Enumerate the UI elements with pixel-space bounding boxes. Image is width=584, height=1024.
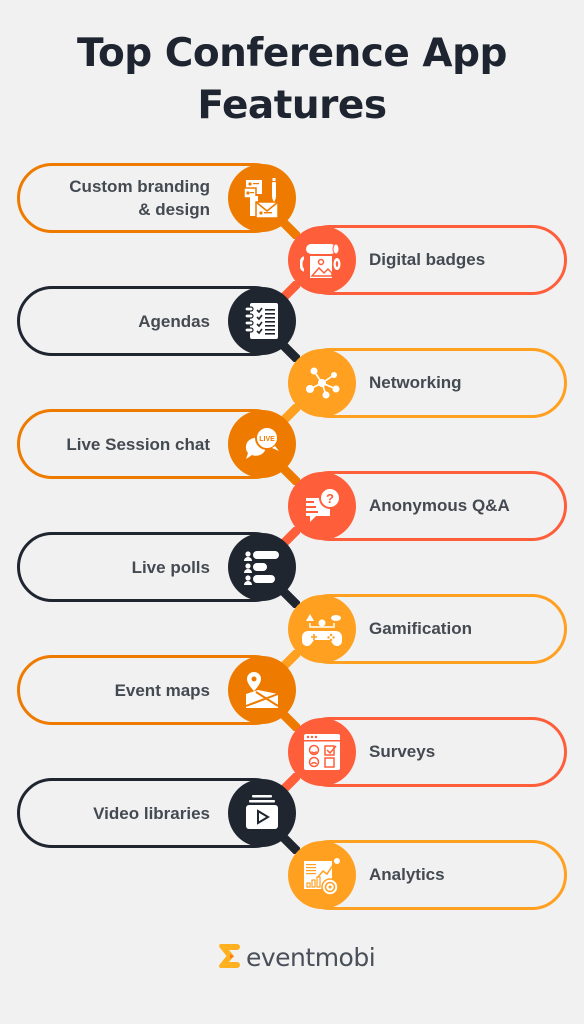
feature-label: Digital badges bbox=[369, 250, 486, 269]
question-chat-icon: ? bbox=[306, 486, 341, 522]
page-title: Top Conference App Features bbox=[0, 28, 584, 132]
feature-label-line: & design bbox=[138, 200, 210, 219]
feature-item: Surveys bbox=[0, 716, 584, 793]
network-nodes-icon bbox=[306, 367, 340, 398]
map-pin-icon bbox=[245, 672, 279, 708]
eventmobi-logo: eventmobi bbox=[218, 942, 376, 972]
feature-item: Gamification bbox=[0, 593, 584, 670]
feature-label: Networking bbox=[369, 373, 462, 392]
feature-item: Digital badges bbox=[0, 224, 584, 301]
poll-bars-icon bbox=[244, 551, 279, 585]
agenda-notebook-icon bbox=[244, 303, 278, 339]
feature-item: Event maps bbox=[0, 655, 584, 731]
feature-item: Agendas bbox=[0, 286, 584, 362]
feature-label: Anonymous Q&A bbox=[369, 496, 510, 515]
gamepad-icon bbox=[302, 613, 342, 646]
title-line-2: Features bbox=[197, 83, 387, 128]
feature-item: Analytics bbox=[0, 839, 584, 910]
feature-label: Agendas bbox=[138, 311, 210, 331]
survey-form-icon bbox=[304, 733, 340, 770]
feature-label: Event maps bbox=[114, 680, 210, 700]
feature-label: Live polls bbox=[131, 557, 210, 577]
title-line-1: Top Conference App bbox=[77, 31, 507, 76]
branding-stationery-icon bbox=[243, 178, 279, 219]
eventmobi-logo-icon bbox=[219, 944, 240, 968]
feature-label: Surveys bbox=[369, 742, 436, 761]
feature-item: Networking bbox=[0, 347, 584, 424]
feature-label: Analytics bbox=[369, 865, 445, 884]
analytics-chart-icon bbox=[304, 857, 340, 896]
svg-text:?: ? bbox=[326, 491, 334, 506]
feature-label: Video libraries bbox=[93, 803, 210, 823]
feature-label-line: Custom branding bbox=[69, 177, 210, 196]
feature-label: Custom branding & design bbox=[10, 163, 210, 233]
svg-text:LIVE: LIVE bbox=[259, 436, 275, 443]
live-chat-icon: LIVE bbox=[245, 426, 279, 459]
eventmobi-logo-text: eventmobi bbox=[246, 942, 376, 972]
feature-item: Live polls bbox=[0, 532, 584, 608]
feature-item: Anonymous Q&A? bbox=[0, 470, 584, 547]
feature-item: Live Session chat LIVE bbox=[0, 409, 584, 485]
badge-print-icon bbox=[300, 243, 341, 278]
feature-item: Video libraries bbox=[0, 778, 584, 854]
feature-label: Live Session chat bbox=[66, 434, 210, 454]
feature-label: Gamification bbox=[369, 619, 472, 638]
feature-item: Custom branding & design bbox=[0, 163, 584, 239]
video-library-icon bbox=[246, 795, 278, 829]
feature-icon-badge bbox=[288, 840, 356, 909]
